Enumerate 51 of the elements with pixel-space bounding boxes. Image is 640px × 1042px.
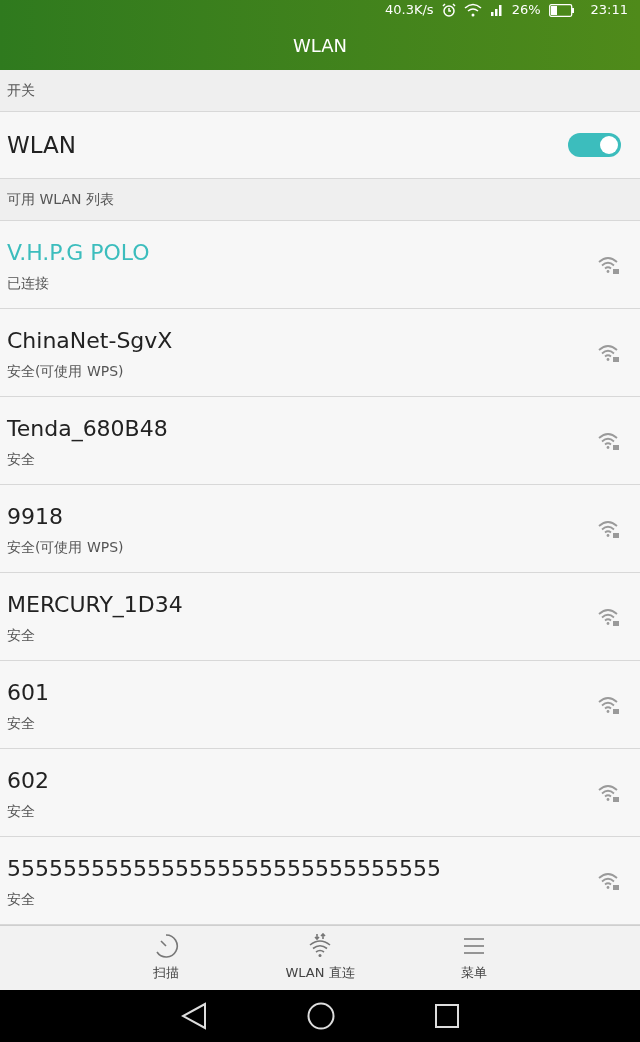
wifi-lock-icon bbox=[597, 606, 621, 627]
network-status: 安全 bbox=[7, 449, 36, 469]
network-status: 安全 bbox=[7, 801, 36, 821]
wifi-lock-icon bbox=[597, 342, 621, 363]
network-name: 9918 bbox=[7, 502, 64, 531]
network-name: 5555555555555555555555555555555 bbox=[7, 854, 441, 883]
network-name: 602 bbox=[7, 766, 49, 795]
wifi-lock-icon bbox=[597, 782, 621, 803]
network-item[interactable]: V.H.P.G POLO 已连接 bbox=[0, 221, 640, 309]
gauge-icon bbox=[153, 933, 179, 960]
network-item[interactable]: MERCURY_1D34 安全 bbox=[0, 573, 640, 661]
toolbar-button[interactable]: 菜单 bbox=[427, 933, 521, 983]
wlan-toggle[interactable] bbox=[568, 133, 621, 157]
network-status: 已连接 bbox=[7, 273, 50, 293]
network-item[interactable]: ChinaNet-SgvX 安全(可使用 WPS) bbox=[0, 309, 640, 397]
network-item[interactable]: 602 安全 bbox=[0, 749, 640, 837]
signal-icon bbox=[489, 3, 504, 17]
network-status: 安全(可使用 WPS) bbox=[7, 537, 124, 557]
network-item[interactable]: 601 安全 bbox=[0, 661, 640, 749]
network-item[interactable]: 9918 安全(可使用 WPS) bbox=[0, 485, 640, 573]
wifi-lock-icon bbox=[597, 430, 621, 451]
wifi-arrows-icon bbox=[307, 933, 333, 960]
wifi-lock-icon bbox=[597, 254, 621, 275]
network-speed: 40.3K/s bbox=[385, 1, 434, 20]
network-name: ChinaNet-SgvX bbox=[7, 326, 173, 355]
toolbar-button[interactable]: WLAN 直连 bbox=[273, 933, 367, 983]
network-status: 安全 bbox=[7, 625, 36, 645]
network-name: 601 bbox=[7, 678, 49, 707]
section-header: 可用 WLAN 列表 bbox=[7, 190, 114, 209]
network-status: 安全(可使用 WPS) bbox=[7, 361, 125, 381]
back-icon[interactable] bbox=[181, 1002, 207, 1030]
wifi-lock-icon bbox=[597, 694, 621, 715]
battery-icon bbox=[548, 3, 575, 17]
page-title: WLAN bbox=[293, 33, 347, 58]
clock-time: 23:11 bbox=[590, 1, 628, 20]
network-name: Tenda_680B48 bbox=[7, 414, 168, 444]
wifi-lock-icon bbox=[597, 518, 621, 539]
network-status: 安全 bbox=[7, 713, 36, 733]
home-icon[interactable] bbox=[307, 1002, 335, 1030]
toolbar-button[interactable]: 扫描 bbox=[119, 933, 213, 983]
battery-percent: 26% bbox=[511, 1, 541, 20]
network-status: 安全 bbox=[7, 889, 36, 909]
section-header: 开关 bbox=[7, 81, 35, 100]
network-item[interactable]: Tenda_680B48 安全 bbox=[0, 397, 640, 485]
wlan-label: WLAN bbox=[7, 130, 77, 160]
wifi-icon bbox=[463, 3, 482, 17]
wifi-lock-icon bbox=[597, 870, 621, 891]
network-name: V.H.P.G POLO bbox=[7, 238, 150, 267]
alarm-icon bbox=[441, 3, 456, 17]
recents-icon[interactable] bbox=[435, 1004, 459, 1028]
network-name: MERCURY_1D34 bbox=[7, 590, 183, 620]
